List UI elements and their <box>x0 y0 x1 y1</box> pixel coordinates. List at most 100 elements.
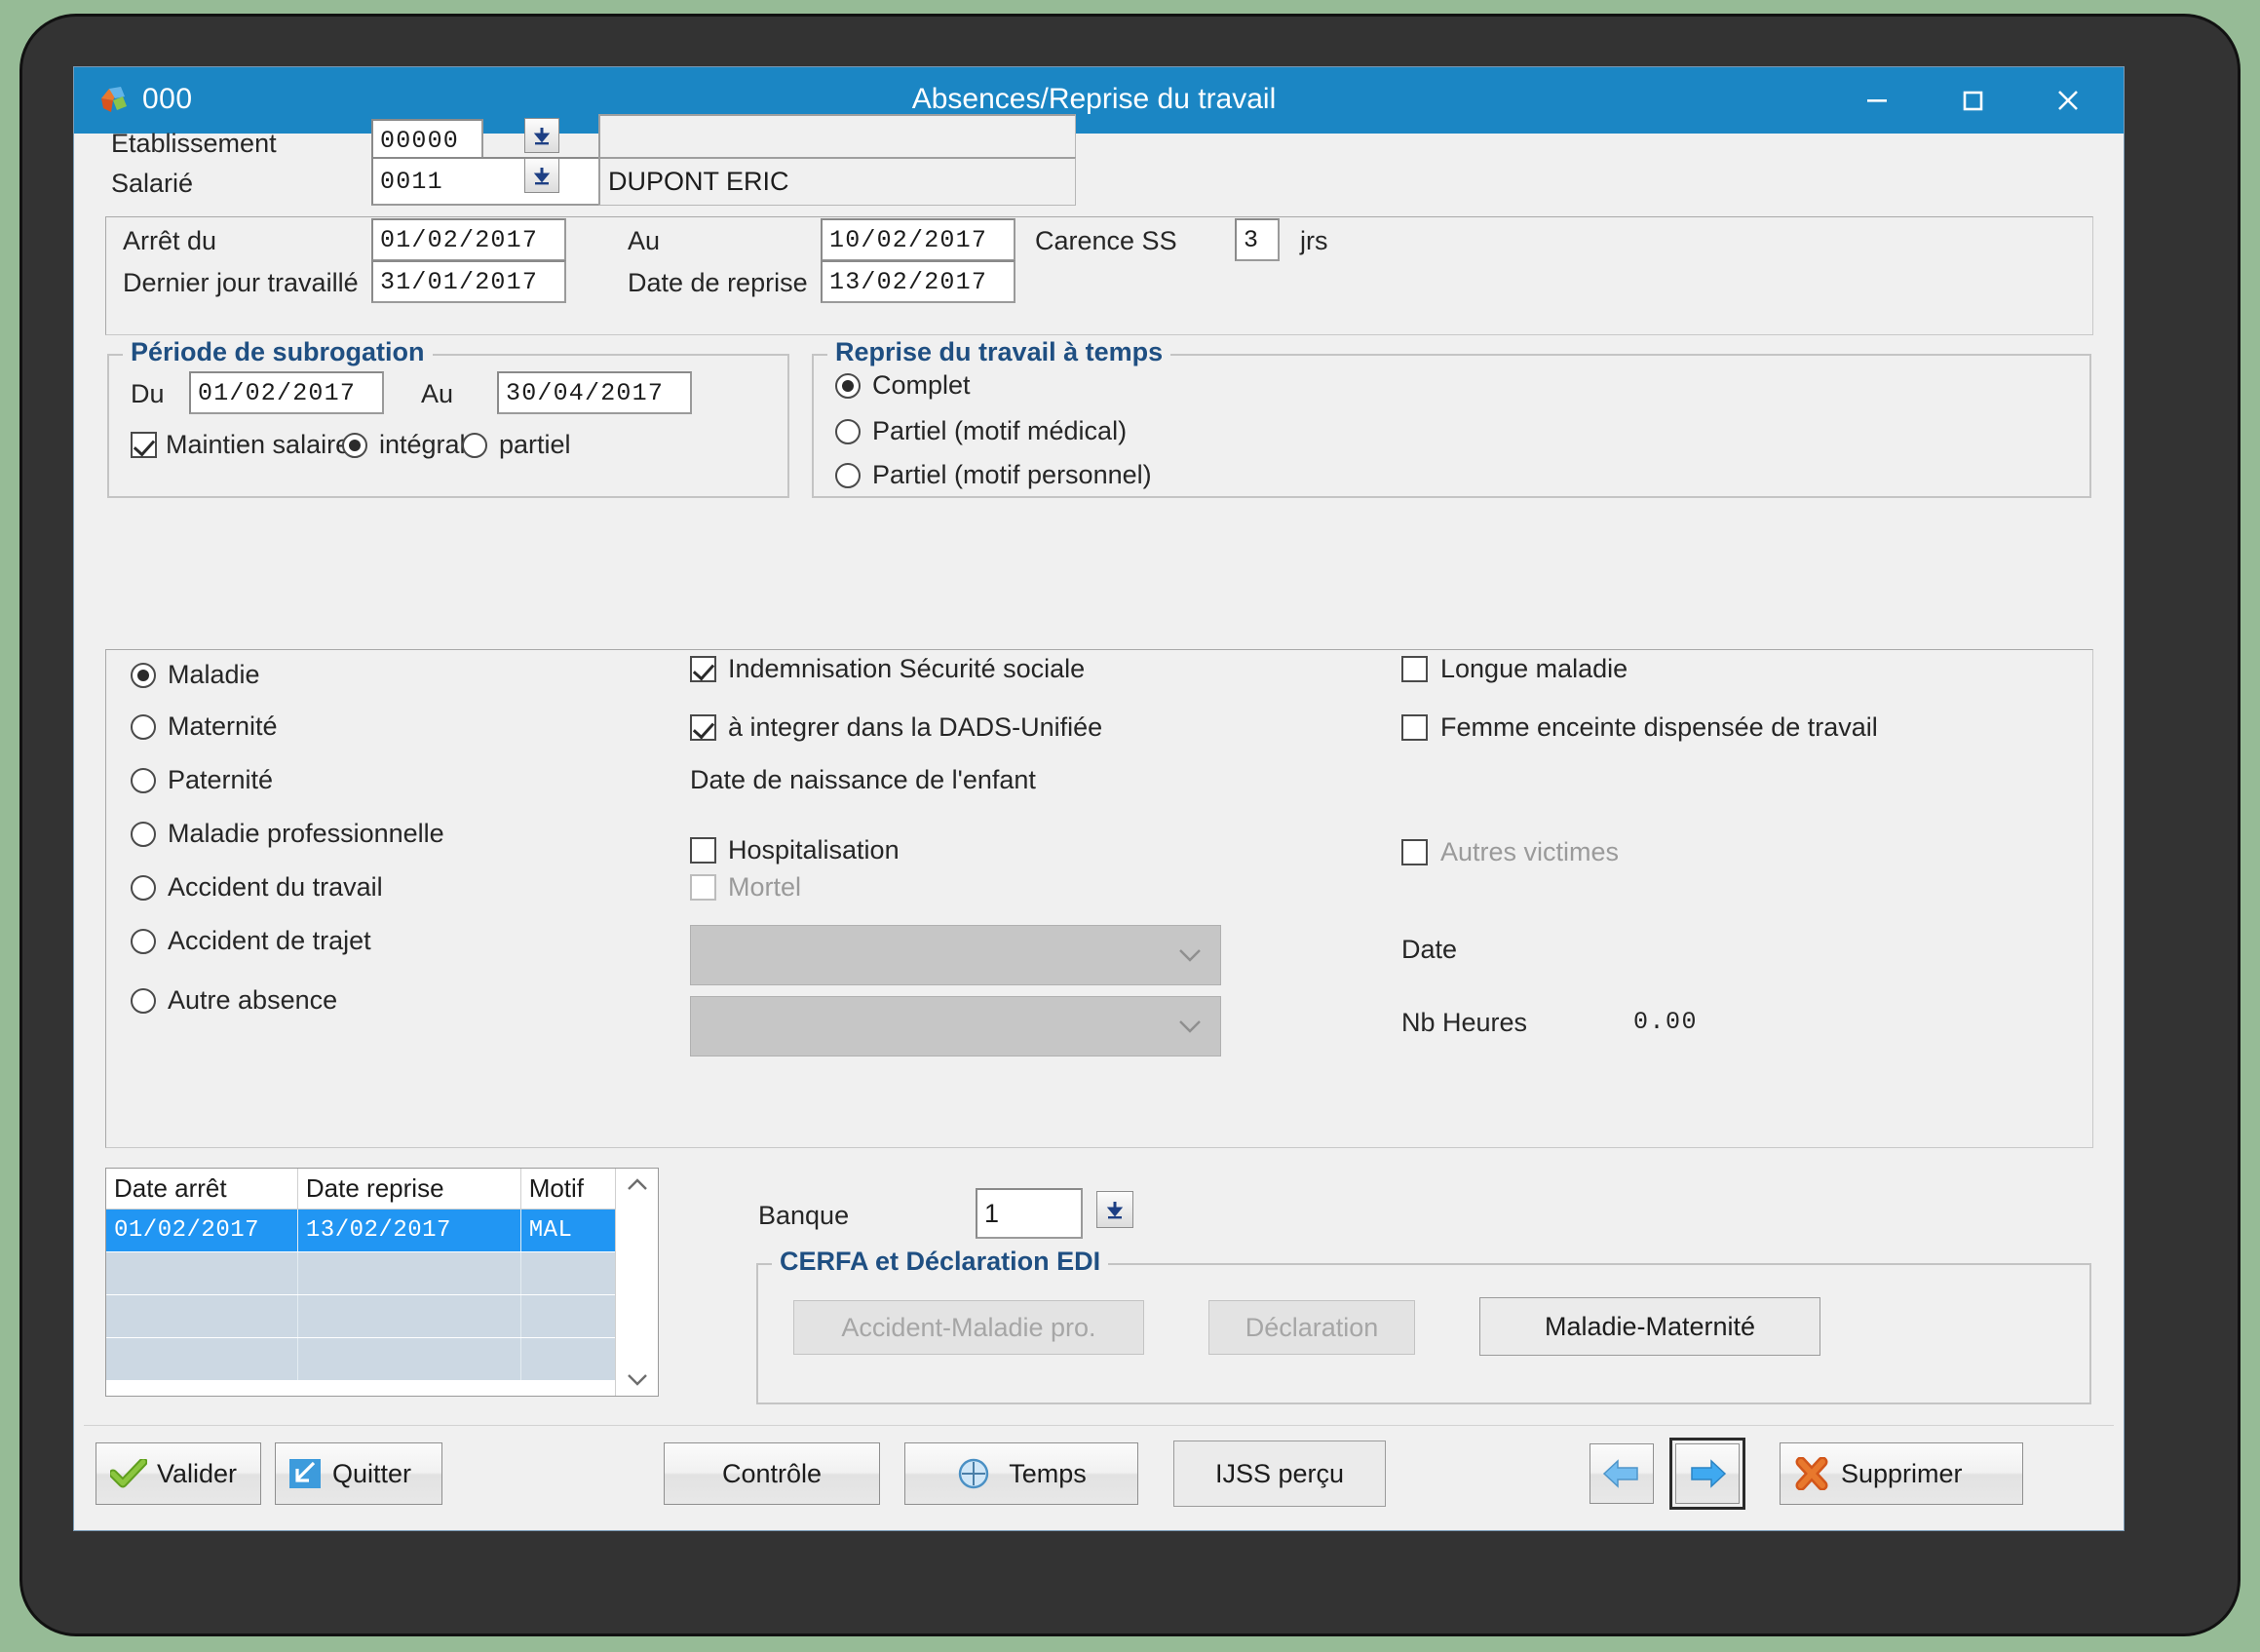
partiel-label: partiel <box>499 430 571 459</box>
valider-button[interactable]: Valider <box>96 1442 261 1505</box>
subrogation-du-label: Du <box>131 379 165 408</box>
banque-input[interactable]: 1 <box>976 1188 1083 1239</box>
motif-paternite-radio[interactable] <box>131 768 156 793</box>
motif-maladie-professionnelle-label: Maladie professionnelle <box>168 819 444 848</box>
motif-paternite-label: Paternité <box>168 765 274 794</box>
longue-maladie-label: Longue maladie <box>1440 654 1628 683</box>
reprise-complet-label: Complet <box>872 370 971 400</box>
motif-maternite-radio[interactable] <box>131 714 156 740</box>
motif-maladie-radio[interactable] <box>131 663 156 688</box>
window-title: Absences/Reprise du travail <box>911 83 1277 115</box>
arret-du-label: Arrêt du <box>123 226 217 255</box>
declaration-button[interactable]: Déclaration <box>1208 1300 1415 1355</box>
subrogation-au-input[interactable]: 30/04/2017 <box>497 371 692 414</box>
cell-date-arret: 01/02/2017 <box>106 1209 298 1252</box>
temps-label: Temps <box>1009 1458 1087 1488</box>
quitter-label: Quitter <box>332 1458 412 1488</box>
down-arrow-icon <box>533 168 551 185</box>
nb-heures-label: Nb Heures <box>1401 1008 1528 1037</box>
femme-enceinte-label: Femme enceinte dispensée de travail <box>1440 712 1878 742</box>
temps-button[interactable]: Temps <box>904 1442 1138 1505</box>
integral-label: intégral <box>379 430 466 459</box>
left-arrow-icon <box>1602 1459 1638 1488</box>
close-button[interactable] <box>2026 67 2110 134</box>
table-row[interactable]: 01/02/2017 13/02/2017 MAL <box>106 1209 659 1252</box>
maladie-maternite-button[interactable]: Maladie-Maternité <box>1479 1297 1820 1356</box>
clock-icon <box>959 1458 989 1489</box>
absences-table: Date arrêt Date reprise Motif 01/02/2017… <box>106 1169 659 1381</box>
salarie-label: Salarié <box>111 169 194 198</box>
reprise-partiel-personnel-radio[interactable] <box>835 463 861 488</box>
chevron-down-icon <box>1179 949 1201 962</box>
motif-combo-1 <box>690 925 1221 985</box>
dads-unifiee-checkbox[interactable] <box>690 714 716 741</box>
reprise-partiel-personnel-label: Partiel (motif personnel) <box>872 460 1152 489</box>
carence-ss-input[interactable]: 3 <box>1235 218 1280 261</box>
hospitalisation-checkbox[interactable] <box>690 837 716 864</box>
controle-button[interactable]: Contrôle <box>664 1442 880 1505</box>
date-label: Date <box>1401 935 1458 964</box>
etablissement-label: Etablissement <box>111 129 277 158</box>
accident-maladie-pro-button[interactable]: Accident-Maladie pro. <box>793 1300 1144 1355</box>
chevron-down-icon[interactable] <box>625 1370 650 1388</box>
cell-date-reprise: 13/02/2017 <box>297 1209 521 1252</box>
down-arrow-icon <box>1106 1202 1124 1219</box>
previous-record-button[interactable] <box>1590 1443 1654 1504</box>
etablissement-lookup-button[interactable] <box>524 118 559 153</box>
reprise-group: Reprise du travail à temps Complet Parti… <box>812 337 2091 498</box>
motif-accident-travail-radio[interactable] <box>131 875 156 901</box>
dads-unifiee-label: à integrer dans la DADS-Unifiée <box>728 712 1103 742</box>
minimize-button[interactable] <box>1835 67 1919 134</box>
motif-autre-absence-radio[interactable] <box>131 988 156 1014</box>
absences-grid[interactable]: Date arrêt Date reprise Motif 01/02/2017… <box>105 1168 659 1397</box>
quitter-button[interactable]: Quitter <box>275 1442 442 1505</box>
maintien-salaire-checkbox[interactable] <box>131 432 157 458</box>
grid-scrollbar[interactable] <box>615 1169 658 1396</box>
valider-label: Valider <box>157 1458 238 1488</box>
table-row[interactable] <box>106 1337 659 1381</box>
maximize-icon <box>1963 91 1983 111</box>
right-arrow-icon <box>1691 1459 1727 1488</box>
table-row[interactable] <box>106 1294 659 1338</box>
carence-unit-label: jrs <box>1300 226 1328 255</box>
salarie-input[interactable]: 0011 <box>371 157 605 206</box>
reprise-partiel-medical-label: Partiel (motif médical) <box>872 416 1128 445</box>
column-date-arret: Date arrêt <box>106 1169 298 1210</box>
integral-radio[interactable] <box>342 433 367 458</box>
motif-accident-trajet-radio[interactable] <box>131 929 156 954</box>
green-check-icon <box>110 1459 147 1488</box>
date-reprise-label: Date de reprise <box>628 268 808 297</box>
date-reprise-input[interactable]: 13/02/2017 <box>821 260 1015 303</box>
hospitalisation-label: Hospitalisation <box>728 835 900 864</box>
partiel-radio[interactable] <box>462 433 487 458</box>
banque-lookup-button[interactable] <box>1096 1191 1133 1228</box>
supprimer-button[interactable]: Supprimer <box>1780 1442 2023 1505</box>
motif-maladie-professionnelle-radio[interactable] <box>131 822 156 847</box>
reprise-partiel-medical-radio[interactable] <box>835 419 861 444</box>
mortel-checkbox <box>690 874 716 901</box>
reprise-legend: Reprise du travail à temps <box>827 337 1171 367</box>
next-record-button[interactable] <box>1669 1438 1745 1510</box>
dernier-jour-input[interactable]: 31/01/2017 <box>371 260 566 303</box>
subrogation-du-input[interactable]: 01/02/2017 <box>189 371 384 414</box>
chevron-up-icon[interactable] <box>625 1176 650 1194</box>
salarie-lookup-button[interactable] <box>524 158 559 193</box>
motif-maladie-label: Maladie <box>168 660 260 689</box>
bottom-toolbar: Valider Quitter Contrôle Temps IJSS perç… <box>84 1425 2114 1522</box>
column-date-reprise: Date reprise <box>297 1169 521 1210</box>
ijss-percu-button[interactable]: IJSS perçu <box>1173 1441 1386 1507</box>
maximize-button[interactable] <box>1931 67 2014 134</box>
table-row[interactable] <box>106 1251 659 1295</box>
carence-ss-label: Carence SS <box>1035 226 1177 255</box>
reprise-complet-radio[interactable] <box>835 373 861 399</box>
indemnisation-checkbox[interactable] <box>690 656 716 682</box>
au-input[interactable]: 10/02/2017 <box>821 218 1015 261</box>
date-naissance-enfant-label: Date de naissance de l'enfant <box>690 765 1036 794</box>
table-header-row: Date arrêt Date reprise Motif <box>106 1169 659 1210</box>
autres-victimes-label: Autres victimes <box>1440 837 1620 866</box>
motif-autre-absence-label: Autre absence <box>168 985 338 1015</box>
arret-du-input[interactable]: 01/02/2017 <box>371 218 566 261</box>
longue-maladie-checkbox[interactable] <box>1401 656 1428 682</box>
cerfa-group: CERFA et Déclaration EDI Accident-Maladi… <box>756 1247 2091 1404</box>
femme-enceinte-checkbox[interactable] <box>1401 714 1428 741</box>
